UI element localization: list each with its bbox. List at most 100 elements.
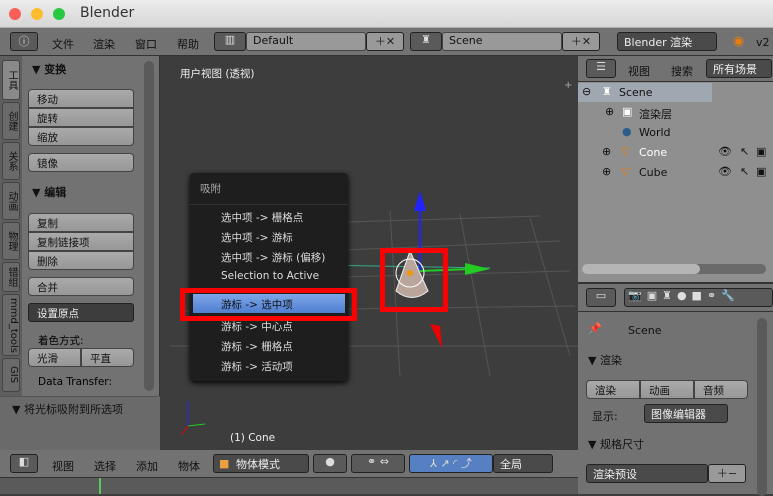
viewport-expand-icon[interactable]: + xyxy=(564,80,572,91)
menu-highlight-box xyxy=(180,288,357,321)
preset-add-remove-icon[interactable]: ＋− xyxy=(708,464,746,483)
transform-manipulator-icons[interactable]: ⅄ ↗ ◜ ⤴ xyxy=(409,454,493,473)
editor-type-info-icon[interactable]: ⓘ xyxy=(10,32,38,51)
menu-item-selection-to-grid[interactable]: 选中项 -> 栅格点 xyxy=(221,210,303,225)
current-frame-marker[interactable] xyxy=(99,478,101,494)
pivot-and-manipulator-icon[interactable]: ⚭ ⇔ xyxy=(351,454,405,473)
close-window-button[interactable] xyxy=(9,8,21,20)
outliner-menu-search[interactable]: 搜索 xyxy=(671,63,693,79)
flat-button[interactable]: 平直 xyxy=(81,348,134,367)
render-preset-select[interactable]: 渲染预设 xyxy=(586,464,708,483)
gizmo-x-head xyxy=(430,324,442,348)
operator-panel: ▼ 将光标吸附到所选项 xyxy=(0,396,160,450)
context-tabs[interactable]: 📷▣♜●■⚭🔧 xyxy=(624,288,773,307)
shading-mode-icon[interactable]: ● xyxy=(313,454,347,473)
outliner-item-cube[interactable]: Cube xyxy=(639,166,667,179)
expand-icon[interactable]: ⊕ xyxy=(605,105,614,118)
layout-field[interactable]: Default xyxy=(246,32,366,51)
render-layer-icon: ▣ xyxy=(622,105,633,118)
pin-icon[interactable]: 📌 xyxy=(588,322,602,335)
smooth-button[interactable]: 光滑 xyxy=(28,348,81,367)
audio-button[interactable]: 音频 xyxy=(694,380,748,399)
outliner-item-world[interactable]: World xyxy=(639,126,671,139)
outliner-row-scene[interactable]: ⊖ ♜ Scene xyxy=(578,83,712,102)
display-label: 显示: xyxy=(592,410,618,423)
tab-grease[interactable]: 错组 xyxy=(2,262,20,292)
operator-panel-title[interactable]: ▼ 将光标吸附到所选项 xyxy=(12,401,123,417)
duplicate-linked-button[interactable]: 复制链接项 xyxy=(28,232,134,251)
tab-gis[interactable]: GIS xyxy=(2,358,20,392)
render-camera-icon[interactable]: ▣ xyxy=(756,145,766,158)
scene-icon[interactable]: ♜ xyxy=(410,32,442,51)
editor-type-3d-icon[interactable]: ◧ xyxy=(10,454,38,473)
move-button[interactable]: 移动 xyxy=(28,89,134,108)
outliner-item-render-layer[interactable]: 渲染层 xyxy=(639,106,672,122)
orientation-select[interactable]: 全局 xyxy=(493,454,553,473)
scene-field[interactable]: Scene xyxy=(442,32,562,51)
layout-add-remove-icon[interactable]: ＋✕ xyxy=(366,32,404,51)
scrollbar-thumb[interactable] xyxy=(582,264,700,274)
menu-help[interactable]: 帮助 xyxy=(177,36,199,52)
outliner-filter-select[interactable]: 所有场景 xyxy=(706,59,772,78)
join-button[interactable]: 合并 xyxy=(28,277,134,296)
dimensions-panel-title[interactable]: ▼ 规格尺寸 xyxy=(588,436,644,452)
visibility-eye-icon[interactable]: 👁 xyxy=(718,165,732,178)
tab-create[interactable]: 创建 xyxy=(2,102,20,140)
tab-relations[interactable]: 关系 xyxy=(2,142,20,180)
menu-item-selection-to-cursor-offset[interactable]: 选中项 -> 游标 (偏移) xyxy=(221,250,325,265)
menu-add[interactable]: 添加 xyxy=(136,458,158,474)
set-origin-select[interactable]: 设置原点 xyxy=(28,303,134,322)
select-cursor-icon[interactable]: ↖ xyxy=(740,145,749,158)
menu-item-cursor-to-grid[interactable]: 游标 -> 栅格点 xyxy=(221,339,293,354)
tool-shelf-scrollbar[interactable] xyxy=(144,61,154,391)
layout-icon[interactable]: ▥ xyxy=(214,32,246,51)
render-button[interactable]: 渲染 xyxy=(586,380,640,399)
expand-icon[interactable]: ⊕ xyxy=(602,165,611,178)
minimize-window-button[interactable] xyxy=(31,8,43,20)
render-panel-title[interactable]: ▼ 渲染 xyxy=(588,352,622,368)
rotate-button[interactable]: 旋转 xyxy=(28,108,134,127)
menu-item-cursor-to-center[interactable]: 游标 -> 中心点 xyxy=(221,319,293,334)
animation-button[interactable]: 动画 xyxy=(640,380,694,399)
properties-scrollbar[interactable] xyxy=(757,318,767,496)
menu-object[interactable]: 物体 xyxy=(178,458,200,474)
outliner-item-label: Scene xyxy=(619,86,653,99)
render-engine-select[interactable]: Blender 渲染 xyxy=(617,32,717,51)
zoom-window-button[interactable] xyxy=(53,8,65,20)
menu-item-selection-to-active[interactable]: Selection to Active xyxy=(221,270,319,282)
edit-panel-title[interactable]: ▼ 编辑 xyxy=(32,184,66,200)
scale-button[interactable]: 缩放 xyxy=(28,127,134,146)
select-cursor-icon[interactable]: ↖ xyxy=(740,165,749,178)
menu-select[interactable]: 选择 xyxy=(94,458,116,474)
tab-tools[interactable]: 工具 xyxy=(2,60,20,100)
window-title: Blender xyxy=(80,5,135,21)
visibility-eye-icon[interactable]: 👁 xyxy=(718,145,732,158)
menu-item-cursor-to-active[interactable]: 游标 -> 活动项 xyxy=(221,359,293,374)
menu-window[interactable]: 窗口 xyxy=(135,36,157,52)
display-select[interactable]: 图像编辑器 xyxy=(644,404,728,423)
render-camera-icon[interactable]: ▣ xyxy=(756,165,766,178)
expand-icon[interactable]: ⊕ xyxy=(602,145,611,158)
object-mode-cube-icon: ■ xyxy=(219,457,230,470)
outliner-item-cone[interactable]: Cone xyxy=(639,146,667,159)
timeline[interactable] xyxy=(0,478,578,494)
audio-button-label: 音频 xyxy=(703,385,724,397)
tab-mmd-tools[interactable]: mmd_tools xyxy=(2,294,20,356)
properties-editor-icon[interactable]: ▭ xyxy=(586,288,616,307)
delete-button[interactable]: 删除 xyxy=(28,251,134,270)
menu-view[interactable]: 视图 xyxy=(52,458,74,474)
outliner-editor-icon[interactable]: ☰ xyxy=(586,59,616,78)
duplicate-button[interactable]: 复制 xyxy=(28,213,134,232)
tab-animation[interactable]: 动画 xyxy=(2,182,20,220)
outliner-hscrollbar[interactable] xyxy=(582,264,766,274)
transform-panel-title[interactable]: ▼ 变换 xyxy=(32,61,66,77)
world-icon: ● xyxy=(622,125,632,138)
mesh-object-icon: ▽ xyxy=(621,145,630,158)
menu-item-selection-to-cursor[interactable]: 选中项 -> 游标 xyxy=(221,230,293,245)
mirror-button[interactable]: 镜像 xyxy=(28,153,134,172)
outliner-menu-view[interactable]: 视图 xyxy=(628,63,650,79)
scene-add-remove-icon[interactable]: ＋✕ xyxy=(562,32,600,51)
tab-physics[interactable]: 物理 xyxy=(2,222,20,260)
menu-render[interactable]: 渲染 xyxy=(93,36,115,52)
menu-file[interactable]: 文件 xyxy=(52,36,74,52)
